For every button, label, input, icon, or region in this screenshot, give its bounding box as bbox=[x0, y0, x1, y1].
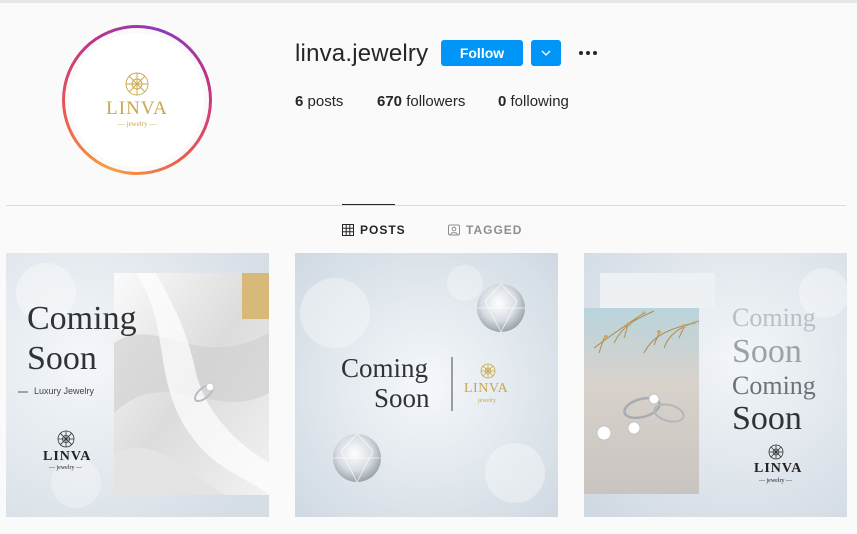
avatar-logo-word: LINVA bbox=[106, 98, 168, 119]
tab-tagged[interactable]: TAGGED bbox=[448, 223, 522, 237]
post-3-line4: Soon bbox=[732, 400, 802, 437]
following-stat[interactable]: 0 following bbox=[498, 93, 569, 110]
post-1-tagline: Luxury Jewelry bbox=[34, 386, 95, 396]
post-1-title-line1: Coming bbox=[27, 300, 137, 337]
following-count: 0 bbox=[498, 93, 507, 110]
top-border bbox=[0, 0, 857, 3]
posts-label: posts bbox=[307, 93, 344, 110]
post-2-brand-sub: jewelry bbox=[478, 398, 496, 404]
followers-stat[interactable]: 670 followers bbox=[377, 93, 465, 110]
post-3-line3: Coming bbox=[732, 371, 816, 400]
post-1-brand: LINVA bbox=[43, 449, 92, 464]
post-3-brand: LINVA bbox=[754, 461, 803, 476]
profile-username: linva.jewelry bbox=[295, 40, 429, 67]
post-2-title-line1: Coming bbox=[341, 353, 429, 383]
post-3-brand-sub: — jewelry — bbox=[759, 478, 792, 484]
suggested-accounts-dropdown-button[interactable] bbox=[531, 40, 561, 66]
avatar-logo: LINVA — jewelry — bbox=[70, 33, 204, 167]
tabs-divider bbox=[6, 205, 846, 206]
follow-button[interactable]: Follow bbox=[441, 40, 523, 66]
avatar-logo-sub: — jewelry — bbox=[117, 120, 157, 128]
post-1-image bbox=[6, 253, 269, 517]
post-thumbnail-3[interactable]: Coming Soon Coming Soon LINVA — jewelry … bbox=[584, 253, 847, 517]
post-1-title-line2: Soon bbox=[27, 340, 97, 377]
post-3-line1: Coming bbox=[732, 303, 816, 332]
post-thumbnail-1[interactable]: Coming Soon Luxury Jewelry LINVA — jewel… bbox=[6, 253, 269, 517]
posts-count: 6 bbox=[295, 93, 304, 110]
profile-avatar[interactable]: LINVA — jewelry — bbox=[62, 25, 212, 175]
tab-posts[interactable]: POSTS bbox=[342, 223, 406, 237]
post-2-title-line2: Soon bbox=[374, 383, 430, 413]
more-options-icon bbox=[579, 51, 597, 55]
post-3-line2: Soon bbox=[732, 333, 802, 370]
followers-count: 670 bbox=[377, 93, 403, 110]
following-label: following bbox=[510, 93, 569, 110]
tagged-icon bbox=[448, 224, 460, 236]
post-2-brand: LINVA bbox=[464, 381, 509, 396]
diamond-logo-icon bbox=[125, 72, 149, 96]
post-thumbnail-2[interactable]: Coming Soon LINVA jewelry bbox=[295, 253, 558, 517]
active-tab-indicator bbox=[342, 204, 395, 205]
followers-label: followers bbox=[406, 93, 466, 110]
tab-tagged-label: TAGGED bbox=[466, 223, 523, 237]
tab-posts-label: POSTS bbox=[360, 223, 406, 237]
posts-stat: 6 posts bbox=[295, 93, 343, 110]
grid-icon bbox=[342, 224, 354, 236]
chevron-down-icon bbox=[541, 50, 551, 56]
post-1-brand-sub: — jewelry — bbox=[49, 465, 82, 471]
more-options-button[interactable] bbox=[574, 40, 602, 66]
